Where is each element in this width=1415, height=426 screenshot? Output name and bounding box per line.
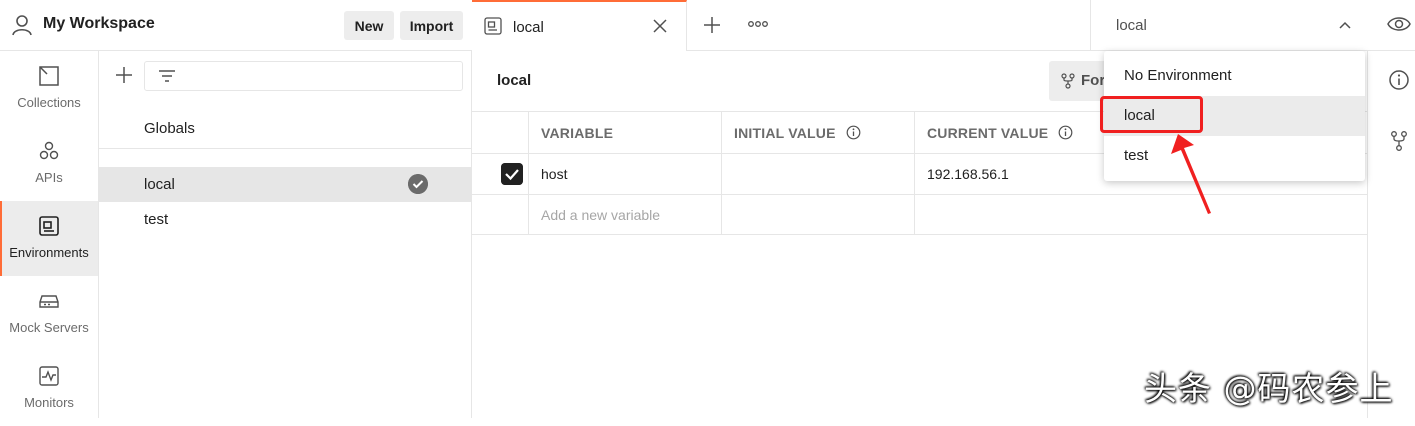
more-icon[interactable] <box>747 18 769 30</box>
monitors-icon <box>39 366 59 386</box>
environment-tab-icon <box>484 17 502 35</box>
column-header-variable: VARIABLE <box>528 112 721 153</box>
annotation-arrow <box>1171 134 1211 214</box>
sidebar-item-label: Mock Servers <box>9 320 89 335</box>
collections-icon <box>39 66 59 86</box>
sidebar-item-mock-servers[interactable]: Mock Servers <box>0 276 98 351</box>
new-button[interactable]: New <box>344 11 394 40</box>
filter-icon <box>159 70 175 82</box>
sidebar-item-label: Monitors <box>24 395 74 410</box>
apis-icon <box>39 141 59 160</box>
fork-icon <box>1061 73 1075 89</box>
environment-selector-value: local <box>1116 17 1147 34</box>
workspace-title[interactable]: My Workspace <box>43 15 155 33</box>
column-header-initial-value: INITIAL VALUE <box>721 112 914 153</box>
tab-label: local <box>513 19 544 36</box>
fork-icon[interactable] <box>1390 130 1408 152</box>
environment-row-test[interactable]: test <box>99 202 472 237</box>
environments-panel: Globals local test <box>99 51 472 418</box>
environment-selector[interactable]: local <box>1090 0 1367 51</box>
add-variable-row: Add a new variable <box>472 194 1367 235</box>
add-environment-icon[interactable] <box>114 65 134 85</box>
watermark: 头条 @码农参上 <box>1144 369 1394 408</box>
current-value-cell[interactable] <box>914 195 1367 234</box>
environment-name: local <box>144 176 175 193</box>
import-button[interactable]: Import <box>400 11 463 40</box>
dropdown-item-test[interactable]: test <box>1104 136 1365 176</box>
chevron-up-icon <box>1339 21 1351 29</box>
eye-icon[interactable] <box>1387 14 1411 34</box>
tab-local[interactable]: local <box>472 0 687 51</box>
sidebar-item-label: Environments <box>9 245 89 260</box>
dropdown-item-no-environment[interactable]: No Environment <box>1104 56 1365 96</box>
sidebar-rail: Collections APIs Environments Mock Serve… <box>0 51 99 418</box>
highlight-box <box>1100 96 1203 133</box>
info-icon[interactable] <box>1058 125 1073 140</box>
tab-bar: local local <box>472 0 1415 51</box>
add-variable-input[interactable]: Add a new variable <box>528 195 721 234</box>
sidebar-item-collections[interactable]: Collections <box>0 51 98 126</box>
sidebar-item-environments[interactable]: Environments <box>0 201 98 276</box>
enabled-checkbox[interactable] <box>501 163 523 185</box>
sidebar-item-apis[interactable]: APIs <box>0 126 98 201</box>
environment-row-local[interactable]: local <box>99 167 472 202</box>
close-icon[interactable] <box>652 18 668 34</box>
filter-input[interactable] <box>144 61 463 91</box>
sidebar-item-label: Collections <box>17 95 81 110</box>
environment-title[interactable]: local <box>497 72 531 89</box>
new-tab-icon[interactable] <box>702 15 722 35</box>
sidebar-item-monitors[interactable]: Monitors <box>0 351 98 426</box>
initial-value-cell[interactable] <box>721 154 914 194</box>
sidebar-item-label: APIs <box>35 170 63 185</box>
mock-servers-icon <box>39 295 59 308</box>
workspace-header: My Workspace New Import <box>0 0 472 51</box>
globals-item[interactable]: Globals <box>99 109 471 149</box>
user-icon[interactable] <box>12 14 32 36</box>
active-check-icon[interactable] <box>408 174 428 194</box>
environments-icon <box>39 216 59 236</box>
environment-name: test <box>144 211 169 228</box>
info-icon[interactable] <box>1388 69 1410 91</box>
variable-cell[interactable]: host <box>528 154 721 194</box>
initial-value-cell[interactable] <box>721 195 914 234</box>
info-icon[interactable] <box>846 125 861 140</box>
